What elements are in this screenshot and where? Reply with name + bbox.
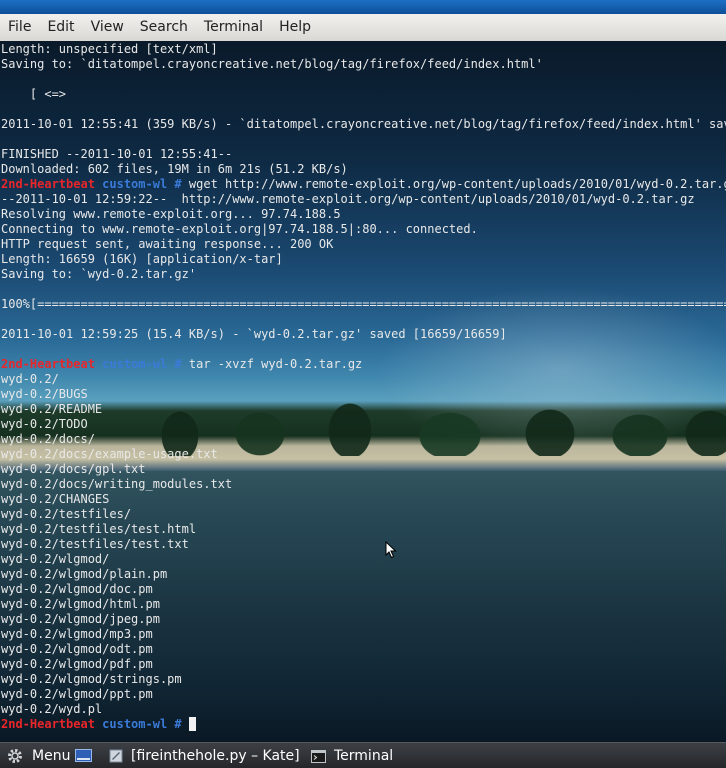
terminal-line: wyd-0.2/wlgmod/html.pm [1, 597, 160, 611]
menu-search[interactable]: Search [132, 14, 196, 41]
menu-help[interactable]: Help [271, 14, 319, 41]
prompt-symbol: # [174, 357, 182, 371]
window-titlebar[interactable] [0, 0, 726, 14]
gear-icon [8, 749, 22, 763]
taskbar-window-kate[interactable]: [fireinthehole.py – Kate] [109, 743, 300, 768]
prompt-dir: custom-wl [102, 177, 168, 191]
terminal-line: 2011-10-01 12:55:41 (359 KB/s) - `ditato… [1, 117, 726, 131]
terminal-line: wyd-0.2/TODO [1, 417, 88, 431]
prompt-host: 2nd-Heartbeat [1, 177, 95, 191]
terminal-prompt-line: 2nd-Heartbeat custom-wl # [1, 717, 726, 732]
terminal-line: wyd-0.2/ [1, 372, 59, 386]
terminal-line: wyd-0.2/wyd.pl [1, 702, 103, 716]
terminal-output[interactable]: Length: unspecified [text/xml] Saving to:… [0, 41, 726, 742]
terminal-line: 2011-10-01 12:59:25 (15.4 KB/s) - `wyd-0… [1, 327, 507, 341]
terminal-line: 100%[===================================… [1, 297, 726, 311]
prompt-host: 2nd-Heartbeat [1, 357, 95, 371]
terminal-line: wyd-0.2/wlgmod/plain.pm [1, 567, 168, 581]
menu-file[interactable]: File [0, 14, 39, 41]
terminal-line: wyd-0.2/testfiles/ [1, 507, 132, 521]
menu-terminal[interactable]: Terminal [196, 14, 271, 41]
terminal-line: wyd-0.2/docs/gpl.txt [1, 462, 146, 476]
prompt-dir: custom-wl [102, 717, 168, 731]
terminal-line: wyd-0.2/wlgmod/doc.pm [1, 582, 153, 596]
menu-bar: File Edit View Search Terminal Help [0, 14, 726, 42]
menu-view[interactable]: View [83, 14, 132, 41]
terminal-text: Length: unspecified [text/xml] Saving to:… [1, 42, 726, 732]
terminal-prompt-line: 2nd-Heartbeat custom-wl # tar -xvzf wyd-… [1, 357, 726, 372]
terminal-line: wyd-0.2/wlgmod/pdf.pm [1, 657, 153, 671]
desktop: File Edit View Search Terminal Help Leng… [0, 0, 726, 768]
prompt-command: wget http://www.remote-exploit.org/wp-co… [188, 177, 726, 191]
terminal-line: Saving to: `ditatompel.crayoncreative.ne… [1, 57, 543, 71]
terminal-line: wyd-0.2/testfiles/test.html [1, 522, 197, 536]
terminal-line: wyd-0.2/wlgmod/mp3.pm [1, 627, 153, 641]
taskbar: Menu [fireinthehole.py – Kate] Terminal [0, 742, 726, 768]
terminal-line: HTTP request sent, awaiting response... … [1, 237, 334, 251]
terminal-line: --2011-10-01 12:59:22-- http://www.remot… [1, 192, 695, 206]
terminal-line: [ <=> [1, 87, 67, 101]
terminal-line: wyd-0.2/wlgmod/ [1, 552, 110, 566]
terminal-line: wyd-0.2/wlgmod/ppt.pm [1, 687, 153, 701]
terminal-line: wyd-0.2/wlgmod/strings.pm [1, 672, 182, 686]
terminal-line: wyd-0.2/CHANGES [1, 492, 110, 506]
terminal-line: Downloaded: 602 files, 19M in 6m 21s (51… [1, 162, 348, 176]
terminal-line: Resolving www.remote-exploit.org... 97.7… [1, 207, 341, 221]
mouse-pointer-icon [385, 541, 397, 559]
text-cursor [188, 717, 196, 731]
menu-edit[interactable]: Edit [39, 14, 82, 41]
terminal-line: wyd-0.2/testfiles/test.txt [1, 537, 189, 551]
terminal-line: wyd-0.2/BUGS [1, 387, 88, 401]
kate-icon [109, 749, 123, 763]
taskbar-window-kate-label: [fireinthehole.py – Kate] [131, 748, 300, 764]
terminal-line: wyd-0.2/docs/writing_modules.txt [1, 477, 233, 491]
taskbar-window-terminal[interactable]: Terminal [311, 743, 393, 768]
prompt-symbol: # [174, 177, 182, 191]
terminal-line: Length: 16659 (16K) [application/x-tar] [1, 252, 283, 266]
prompt-command: tar -xvzf wyd-0.2.tar.gz [188, 357, 363, 371]
prompt-host: 2nd-Heartbeat [1, 717, 95, 731]
prompt-symbol: # [174, 717, 182, 731]
terminal-line: Saving to: `wyd-0.2.tar.gz' [1, 267, 197, 281]
show-desktop-button[interactable] [75, 743, 92, 768]
taskbar-window-terminal-label: Terminal [334, 748, 394, 764]
taskbar-menu-button[interactable]: Menu [6, 743, 70, 768]
terminal-prompt-line: 2nd-Heartbeat custom-wl # wget http://ww… [1, 177, 726, 192]
terminal-line: wyd-0.2/wlgmod/odt.pm [1, 642, 153, 656]
terminal-line: Connecting to www.remote-exploit.org|97.… [1, 222, 478, 236]
terminal-icon [311, 749, 326, 763]
terminal-line: Length: unspecified [text/xml] [1, 42, 218, 56]
terminal-line: wyd-0.2/wlgmod/jpeg.pm [1, 612, 160, 626]
terminal-line: FINISHED --2011-10-01 12:55:41-- [1, 147, 233, 161]
taskbar-menu-label: Menu [32, 748, 71, 764]
terminal-line: wyd-0.2/README [1, 402, 103, 416]
desktop-icon [75, 749, 92, 762]
terminal-line: wyd-0.2/docs/ [1, 432, 95, 446]
terminal-line: wyd-0.2/docs/example-usage.txt [1, 447, 218, 461]
prompt-dir: custom-wl [102, 357, 168, 371]
